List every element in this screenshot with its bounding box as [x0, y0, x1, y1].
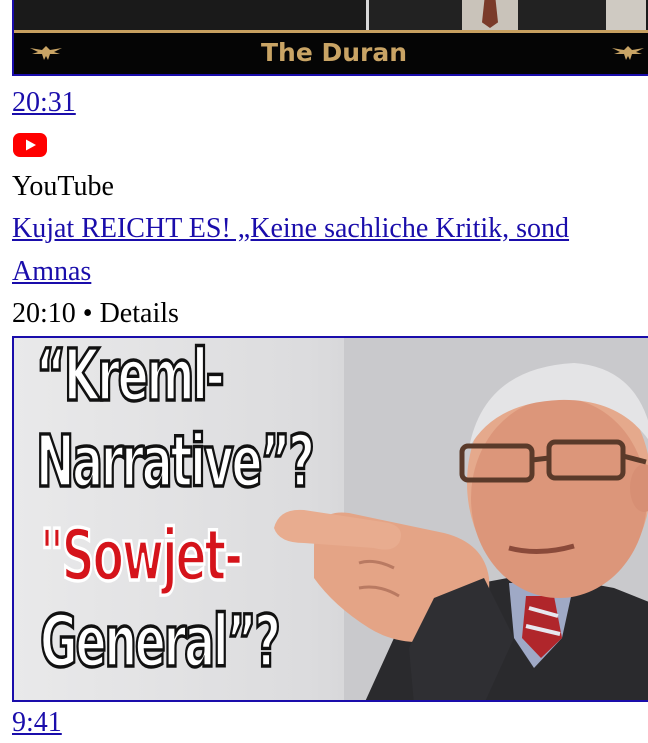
video-title-link[interactable]: Kujat REICHT ES! „Keine sachliche Kritik…	[12, 212, 569, 246]
video-duration-link[interactable]: 9:41	[12, 706, 62, 740]
thumbnail-headline-line-3: "Sowjet-	[39, 513, 244, 598]
result-source: YouTube	[12, 171, 114, 202]
video-meta: 20:10 • Details	[12, 298, 179, 329]
eagle-emblem-icon	[612, 46, 644, 60]
thumbnail-shirt-2	[606, 0, 646, 30]
channel-name-link[interactable]: Amnas	[12, 255, 91, 289]
thumbnail-headline-line-2: Narrative”?	[35, 419, 316, 504]
video-thumbnail-kujat[interactable]: “Kreml- Narrative”? "Sowjet- General”?	[12, 336, 648, 702]
youtube-icon	[13, 133, 47, 157]
video-thumbnail-the-duran[interactable]: The Duran	[12, 0, 648, 76]
channel-banner-title: The Duran	[260, 38, 408, 67]
thumbnail-headline-line-4: General”?	[39, 599, 282, 684]
thumbnail-headline-line-1: “Kreml-	[35, 336, 226, 418]
video-duration-link[interactable]: 20:31	[12, 86, 76, 120]
thumbnail-tie	[482, 0, 498, 28]
